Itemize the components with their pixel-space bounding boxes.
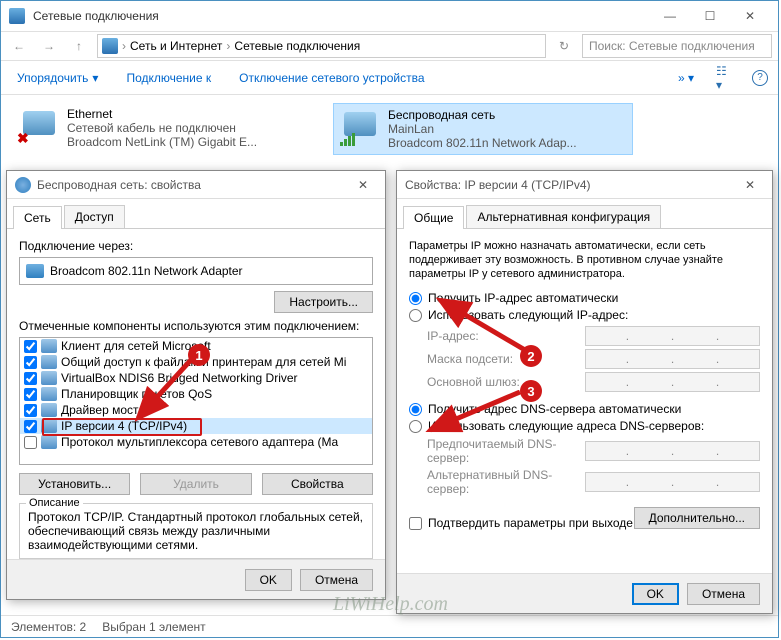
remove-button[interactable]: Удалить	[140, 473, 251, 495]
breadcrumb-current[interactable]: Сетевые подключения	[234, 39, 360, 53]
breadcrumb[interactable]: › Сеть и Интернет › Сетевые подключения	[97, 34, 546, 58]
adapter-name: Broadcom 802.11n Network Adapter	[50, 264, 243, 278]
cancel-button[interactable]: Отмена	[300, 569, 373, 591]
toolbar: Упорядочить ▾ Подключение к Отключение с…	[1, 61, 778, 95]
nav-forward-icon[interactable]: →	[37, 34, 61, 58]
connect-button[interactable]: Подключение к	[120, 67, 217, 89]
arrow-icon	[430, 290, 540, 360]
connections-pane: ✖ Ethernet Сетевой кабель не подключен B…	[1, 95, 778, 163]
component-icon	[41, 371, 57, 385]
dialog-titlebar: Свойства: IP версии 4 (TCP/IPv4) ✕	[397, 171, 772, 199]
search-input[interactable]: Поиск: Сетевые подключения	[582, 34, 772, 58]
tab-general[interactable]: Общие	[403, 206, 464, 229]
status-selection: Выбран 1 элемент	[102, 620, 205, 634]
ok-button[interactable]: OK	[632, 583, 679, 605]
ok-button[interactable]: OK	[245, 569, 292, 591]
checkbox[interactable]	[24, 420, 37, 433]
mask-input: ...	[585, 349, 760, 369]
arrow-icon	[420, 390, 530, 440]
organize-button[interactable]: Упорядочить ▾	[11, 67, 104, 89]
checkbox[interactable]	[24, 436, 37, 449]
description-legend: Описание	[26, 496, 83, 510]
conn-status: MainLan	[388, 122, 577, 136]
description-text: Протокол TCP/IP. Стандартный протокол гл…	[28, 510, 364, 552]
gateway-label: Основной шлюз:	[427, 375, 577, 389]
arrow-icon	[120, 330, 230, 440]
validate-checkbox-row[interactable]: Подтвердить параметры при выходе	[409, 516, 633, 530]
component-icon	[41, 403, 57, 417]
close-icon[interactable]: ✕	[349, 178, 377, 192]
window-title: Сетевые подключения	[33, 9, 650, 23]
component-icon	[41, 419, 57, 433]
checkbox[interactable]	[24, 404, 37, 417]
statusbar: Элементов: 2 Выбран 1 элемент	[1, 615, 778, 637]
minimize-button[interactable]: —	[650, 2, 690, 30]
checkbox[interactable]	[24, 388, 37, 401]
wifi-icon	[338, 108, 382, 148]
adapter-icon	[26, 264, 44, 278]
checkbox[interactable]	[409, 517, 422, 530]
checkbox[interactable]	[24, 356, 37, 369]
maximize-button[interactable]: ☐	[690, 2, 730, 30]
titlebar: Сетевые подключения — ☐ ✕	[1, 1, 778, 31]
component-icon	[41, 387, 57, 401]
window-icon	[9, 8, 25, 24]
adapter-field: Broadcom 802.11n Network Adapter	[19, 257, 373, 285]
dns1-input: ...	[585, 441, 760, 461]
ip-input: ...	[585, 326, 760, 346]
conn-name: Беспроводная сеть	[388, 108, 577, 122]
breadcrumb-root[interactable]: Сеть и Интернет	[130, 39, 222, 53]
component-icon	[41, 339, 57, 353]
dialog-title: Беспроводная сеть: свойства	[37, 178, 349, 192]
dns1-label: Предпочитаемый DNS-сервер:	[427, 437, 577, 465]
connect-via-label: Подключение через:	[19, 239, 373, 253]
tab-network[interactable]: Сеть	[13, 206, 62, 229]
configure-button[interactable]: Настроить...	[274, 291, 373, 313]
view-icon[interactable]: ☷ ▾	[716, 68, 736, 88]
navbar: ← → ↑ › Сеть и Интернет › Сетевые подклю…	[1, 31, 778, 61]
install-button[interactable]: Установить...	[19, 473, 130, 495]
component-icon	[41, 435, 57, 449]
connection-ethernet[interactable]: ✖ Ethernet Сетевой кабель не подключен B…	[13, 103, 313, 155]
nav-refresh-icon[interactable]: ↻	[552, 34, 576, 58]
connection-wireless[interactable]: Беспроводная сеть MainLan Broadcom 802.1…	[333, 103, 633, 155]
tab-access[interactable]: Доступ	[64, 205, 125, 228]
dialog-titlebar: Беспроводная сеть: свойства ✕	[7, 171, 385, 199]
cancel-button[interactable]: Отмена	[687, 583, 760, 605]
tabs: Общие Альтернативная конфигурация	[397, 199, 772, 229]
tab-alternate[interactable]: Альтернативная конфигурация	[466, 205, 661, 228]
nav-back-icon[interactable]: ←	[7, 34, 31, 58]
nav-up-icon[interactable]: ↑	[67, 34, 91, 58]
properties-button[interactable]: Свойства	[262, 473, 373, 495]
dialog-title: Свойства: IP версии 4 (TCP/IPv4)	[405, 178, 736, 192]
close-button[interactable]: ✕	[730, 2, 770, 30]
disable-button[interactable]: Отключение сетевого устройства	[233, 67, 430, 89]
conn-device: Broadcom NetLink (TM) Gigabit E...	[67, 135, 257, 149]
conn-device: Broadcom 802.11n Network Adap...	[388, 136, 577, 150]
dns2-input: ...	[585, 472, 760, 492]
location-icon	[102, 38, 118, 54]
status-count: Элементов: 2	[11, 620, 86, 634]
radio[interactable]	[409, 292, 422, 305]
radio[interactable]	[409, 309, 422, 322]
more-button[interactable]: » ▾	[672, 67, 700, 89]
wifi-icon	[15, 177, 31, 193]
tabs: Сеть Доступ	[7, 199, 385, 229]
description-group: Описание Протокол TCP/IP. Стандартный пр…	[19, 503, 373, 559]
conn-status: Сетевой кабель не подключен	[67, 121, 257, 135]
checkbox[interactable]	[24, 372, 37, 385]
component-icon	[41, 355, 57, 369]
close-icon[interactable]: ✕	[736, 178, 764, 192]
gateway-input: ...	[585, 372, 760, 392]
intro-text: Параметры IP можно назначать автоматичес…	[409, 239, 760, 281]
ethernet-icon: ✖	[17, 107, 61, 147]
checkbox[interactable]	[24, 340, 37, 353]
conn-name: Ethernet	[67, 107, 257, 121]
help-icon[interactable]: ?	[752, 70, 768, 86]
dns2-label: Альтернативный DNS-сервер:	[427, 468, 577, 496]
advanced-button[interactable]: Дополнительно...	[634, 507, 760, 529]
